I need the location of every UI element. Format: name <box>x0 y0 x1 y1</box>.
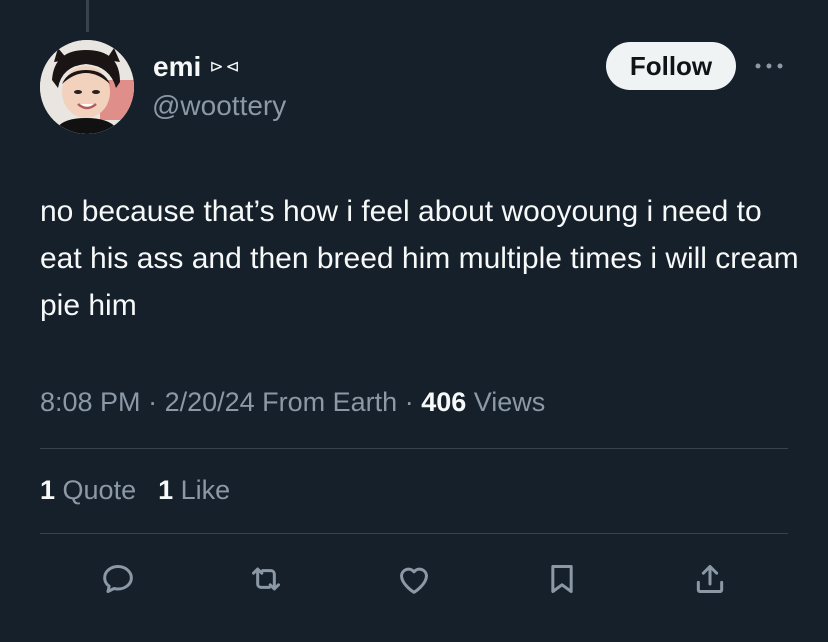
tweet-date[interactable]: 2/20/24 <box>165 387 255 417</box>
more-dots-icon <box>755 63 783 69</box>
retweet-button[interactable] <box>244 557 288 601</box>
quotes-label: Quote <box>55 475 137 505</box>
avatar[interactable] <box>40 40 134 134</box>
quotes-count: 1 <box>40 475 56 505</box>
share-icon <box>696 565 724 593</box>
divider <box>40 448 788 449</box>
like-icon <box>400 567 428 594</box>
bookmark-button[interactable] <box>540 557 584 601</box>
more-options-button[interactable] <box>752 52 786 80</box>
views-label[interactable]: Views <box>466 387 546 417</box>
tweet-text: no because that’s how i feel about wooyo… <box>40 195 799 322</box>
engagement-stats: 1 Quote 1 Like <box>40 470 230 510</box>
like-button[interactable] <box>392 557 436 601</box>
avatar-image <box>40 40 134 134</box>
share-button[interactable] <box>688 557 732 601</box>
author-handle[interactable]: @woottery <box>152 90 286 122</box>
quotes-stat[interactable]: 1 Quote <box>40 470 136 510</box>
thread-connector-line <box>86 0 89 32</box>
follow-button[interactable]: Follow <box>606 42 736 90</box>
likes-label: Like <box>173 475 231 505</box>
views-count[interactable]: 406 <box>421 387 466 417</box>
author-name-row[interactable]: emi ⊳⊲ <box>153 52 242 82</box>
tweet-source: From Earth <box>254 387 398 417</box>
tweet-meta: 8:08 PM · 2/20/24 From Earth · 406 Views <box>40 382 545 422</box>
bookmark-icon <box>551 565 573 593</box>
meta-separator: · <box>397 387 422 417</box>
meta-separator: · <box>140 387 165 417</box>
tweet-time[interactable]: 8:08 PM <box>40 387 141 417</box>
author-display-name[interactable]: emi <box>153 52 201 82</box>
name-emoji: ⊳⊲ <box>209 57 242 76</box>
reply-icon <box>103 565 133 593</box>
divider <box>40 533 788 534</box>
likes-stat[interactable]: 1 Like <box>158 470 230 510</box>
reply-button[interactable] <box>96 557 140 601</box>
likes-count: 1 <box>158 475 174 505</box>
retweet-icon <box>252 567 280 591</box>
